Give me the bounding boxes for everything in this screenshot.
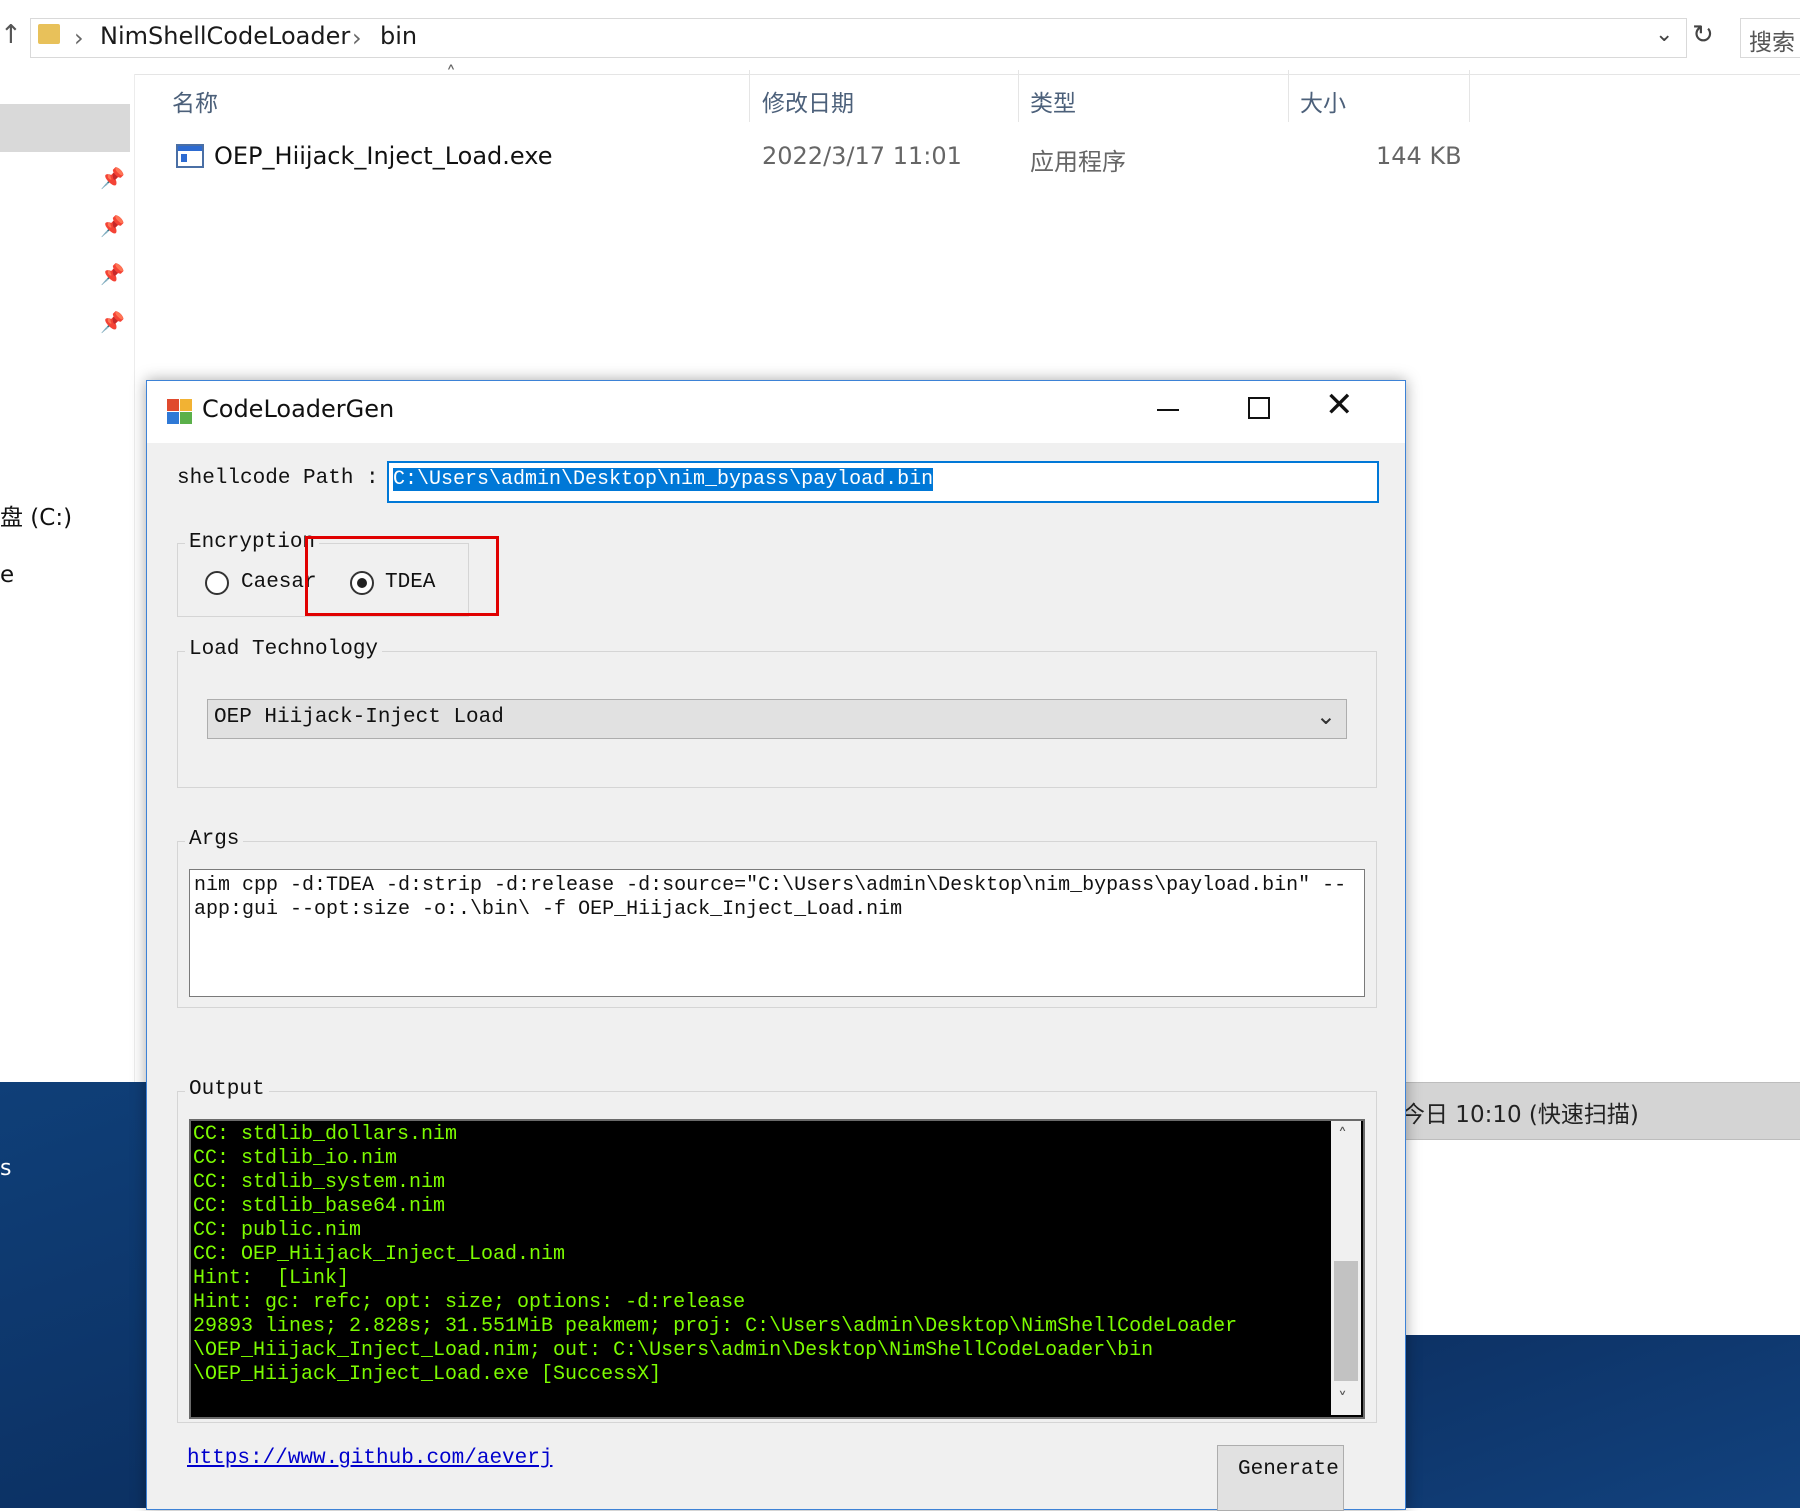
exe-file-icon [176,144,204,168]
column-divider[interactable] [1288,70,1289,122]
radio-caesar[interactable] [205,571,229,595]
title-bar[interactable]: CodeLoaderGen ✕ [147,381,1405,443]
search-placeholder: 搜索 [1749,30,1795,56]
codeloadergen-window: CodeLoaderGen ✕ shellcode Path : C:\User… [146,380,1406,1511]
maximize-icon[interactable] [1248,397,1270,419]
app-icon [167,399,193,425]
breadcrumb-separator-icon: › [74,24,84,52]
args-label: Args [185,828,244,851]
background-window [1400,1140,1800,1335]
shellcode-path-input[interactable]: C:\Users\admin\Desktop\nim_bypass\payloa… [387,461,1379,503]
sort-chevron-icon: ˄ [446,62,456,86]
column-header-type[interactable]: 类型 [1030,84,1076,118]
scroll-up-icon[interactable]: ˄ [1338,1125,1347,1146]
load-technology-value: OEP Hiijack-Inject Load [214,706,504,729]
console-line: CC: stdlib_system.nim [193,1171,446,1194]
refresh-icon[interactable]: ↻ [1692,20,1714,50]
column-divider[interactable] [1018,70,1019,122]
column-header-modified[interactable]: 修改日期 [762,84,854,118]
breadcrumb-separator-icon: › [352,24,362,52]
console-line: Hint: gc: refc; opt: size; options: -d:r… [193,1291,746,1314]
output-console[interactable]: CC: stdlib_dollars.nim CC: stdlib_io.nim C… [189,1119,1365,1419]
chevron-down-icon: ⌄ [1315,702,1336,730]
up-arrow-icon[interactable]: ↑ [0,20,22,50]
console-line: CC: stdlib_base64.nim [193,1195,446,1218]
shellcode-path-value: C:\Users\admin\Desktop\nim_bypass\payloa… [393,468,934,491]
address-bar-row: ↑ › NimShellCodeLoader › bin ⌄ ↻ 搜索 [0,0,1800,75]
nav-selected-item[interactable] [0,104,130,152]
console-line: 29893 lines; 2.828s; 31.551MiB peakmem; … [193,1315,1238,1338]
output-console-text: CC: stdlib_dollars.nim CC: stdlib_io.nim C… [193,1123,1331,1413]
chevron-down-icon[interactable]: ⌄ [1655,22,1673,47]
file-name[interactable]: OEP_Hiijack_Inject_Load.exe [214,142,552,170]
shellcode-path-label: shellcode Path : [177,467,379,490]
vertical-scrollbar[interactable]: ˄ ˅ [1331,1121,1361,1415]
file-modified: 2022/3/17 11:01 [762,142,962,170]
load-technology-select[interactable]: OEP Hiijack-Inject Load ⌄ [207,699,1347,739]
scroll-down-icon[interactable]: ˅ [1338,1389,1347,1410]
column-divider[interactable] [1469,70,1470,122]
pin-icon: 📌 [100,166,125,190]
close-icon[interactable]: ✕ [1325,385,1354,425]
console-line: CC: OEP_Hiijack_Inject_Load.nim [193,1243,566,1266]
console-line: CC: stdlib_io.nim [193,1147,398,1170]
generate-button-label: Generate [1238,1458,1339,1481]
load-technology-label: Load Technology [185,638,383,661]
breadcrumb-item-bin[interactable]: bin [380,22,417,50]
minimize-icon[interactable] [1157,409,1179,411]
console-line: CC: stdlib_dollars.nim [193,1123,458,1146]
column-header-name[interactable]: 名称 [172,84,218,118]
column-divider[interactable] [749,70,750,122]
console-line: CC: public.nim [193,1219,362,1242]
scrollbar-thumb[interactable] [1334,1261,1358,1381]
file-size: 144 KB [1376,142,1462,170]
console-line: Hint: [Link] [193,1267,350,1290]
github-link[interactable]: https://www.github.com/aeverj [187,1447,552,1470]
console-line: \OEP_Hiijack_Inject_Load.nim; out: C:\Us… [193,1339,1154,1362]
args-value: nim cpp -d:TDEA -d:strip -d:release -d:s… [194,874,1347,921]
encryption-label: Encryption [185,531,320,554]
background-window-strip: 今日 10:10 (快速扫描) [1400,1082,1800,1140]
nav-item-drive[interactable]: 盘 (C:) [0,498,72,532]
pin-icon: 📌 [100,214,125,238]
pin-icon: 📌 [100,310,125,334]
nav-item-partial: s [0,1156,12,1181]
args-textarea[interactable]: nim cpp -d:TDEA -d:strip -d:release -d:s… [189,869,1365,997]
output-label: Output [185,1078,269,1101]
scan-status-text: 今日 10:10 (快速扫描) [1402,1102,1639,1128]
window-title: CodeLoaderGen [202,395,395,423]
nav-item-partial[interactable]: e [0,562,14,588]
console-line: \OEP_Hiijack_Inject_Load.exe [SuccessX] [193,1363,662,1386]
breadcrumb-item-root[interactable]: NimShellCodeLoader [100,22,350,50]
navigation-pane: 📌 📌 📌 📌 盘 (C:) e [0,74,135,1084]
pin-icon: 📌 [100,262,125,286]
folder-icon [38,24,60,44]
search-box[interactable]: 搜索 [1740,18,1800,58]
generate-button[interactable]: Generate [1217,1445,1344,1511]
file-type: 应用程序 [1030,148,1126,176]
annotation-highlight-box [305,536,499,616]
column-header-size[interactable]: 大小 [1300,84,1346,118]
